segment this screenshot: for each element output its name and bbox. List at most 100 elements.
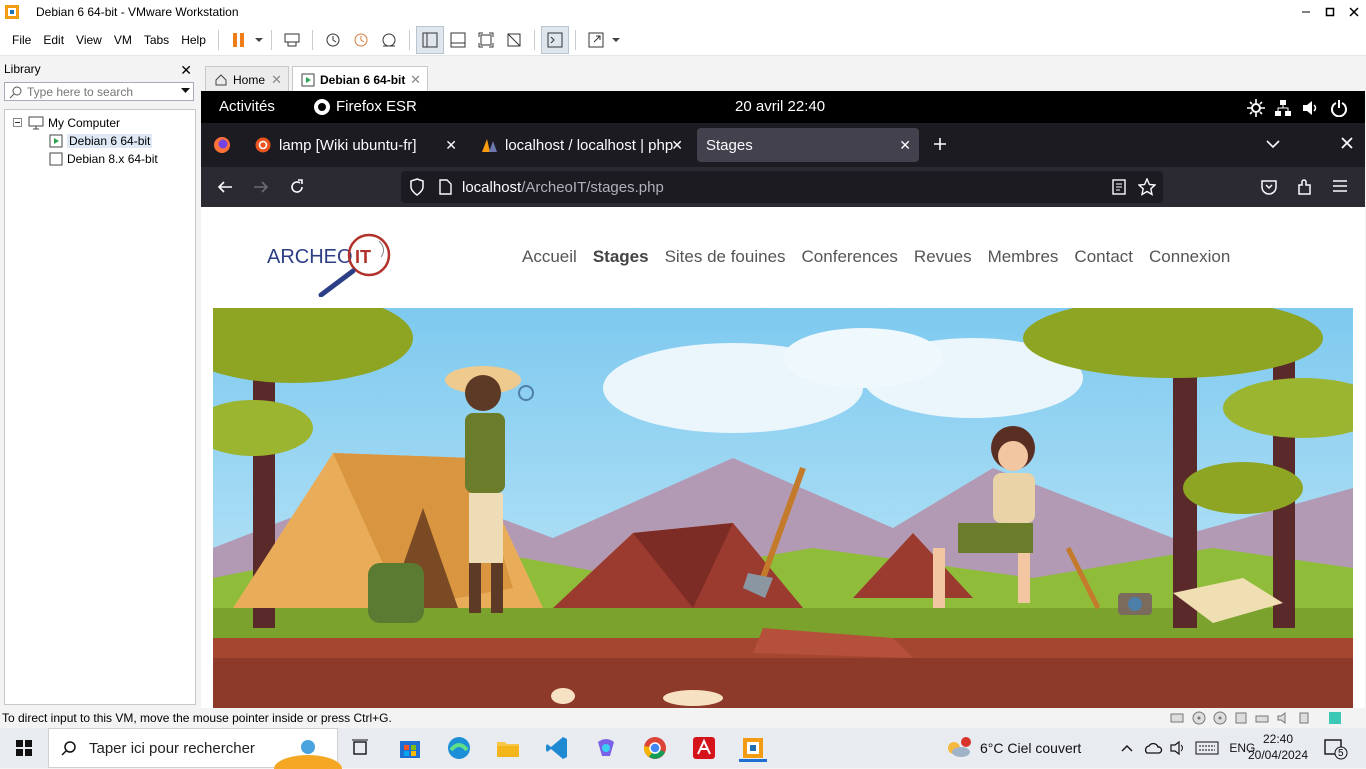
page-icon[interactable] xyxy=(438,179,452,195)
message-log-icon[interactable] xyxy=(1328,711,1342,725)
menu-file[interactable]: File xyxy=(6,33,37,47)
snapshot-manager-icon[interactable] xyxy=(375,26,403,54)
shield-icon[interactable] xyxy=(409,178,425,196)
nav-accueil[interactable]: Accueil xyxy=(522,247,577,267)
speaker-icon[interactable] xyxy=(1169,740,1187,756)
library-search[interactable] xyxy=(4,82,194,101)
nav-membres[interactable]: Membres xyxy=(988,247,1059,267)
tree-item-debian6[interactable]: Debian 6 64-bit xyxy=(49,132,153,149)
send-ctrl-alt-del-icon[interactable] xyxy=(278,26,306,54)
chevron-up-icon[interactable] xyxy=(1121,744,1133,752)
close-tab-icon[interactable]: ✕ xyxy=(410,72,421,88)
menu-tabs[interactable]: Tabs xyxy=(138,33,175,47)
chrome-icon[interactable] xyxy=(641,734,669,762)
edge-icon[interactable] xyxy=(445,734,473,762)
power-icon[interactable] xyxy=(1330,99,1348,117)
tab-home[interactable]: Home ✕ xyxy=(205,66,289,92)
reload-icon[interactable] xyxy=(288,178,306,196)
notification-icon[interactable] xyxy=(1324,738,1348,760)
show-library-icon[interactable] xyxy=(415,25,444,54)
unity-icon[interactable] xyxy=(500,26,528,54)
stretch-guest-icon[interactable] xyxy=(582,26,610,54)
accessibility-icon[interactable] xyxy=(1247,99,1265,117)
collapse-icon[interactable] xyxy=(13,118,22,127)
microsoft-store-icon[interactable] xyxy=(396,734,424,762)
list-tabs-icon[interactable] xyxy=(1265,138,1281,150)
task-view-icon[interactable] xyxy=(346,734,374,762)
taskbar-clock[interactable]: 22:40 20/04/2024 xyxy=(1246,731,1310,763)
device-sound-icon[interactable] xyxy=(1276,711,1290,725)
tree-root[interactable]: My Computer xyxy=(13,114,120,131)
tab-stages[interactable]: Stages ✕ xyxy=(697,128,919,162)
minimize-button[interactable] xyxy=(1294,0,1318,24)
device-printer-icon[interactable] xyxy=(1255,711,1269,725)
device-cd-icon[interactable] xyxy=(1192,711,1206,725)
snapshot-icon[interactable] xyxy=(319,26,347,54)
chevron-down-icon[interactable] xyxy=(181,88,190,94)
pause-icon[interactable] xyxy=(225,26,253,54)
nav-revues[interactable]: Revues xyxy=(914,247,972,267)
nav-contact[interactable]: Contact xyxy=(1074,247,1133,267)
close-window-icon[interactable] xyxy=(1341,137,1353,149)
nav-stages[interactable]: Stages xyxy=(593,247,649,267)
windows-start-icon[interactable] xyxy=(16,740,32,756)
vscode-icon[interactable] xyxy=(543,734,571,762)
device-network-icon[interactable] xyxy=(1234,711,1248,725)
weather-text[interactable]: 6°C Ciel couvert xyxy=(980,740,1081,756)
new-tab-icon[interactable] xyxy=(932,136,948,152)
url-bar[interactable]: localhost/ArcheoIT/stages.php xyxy=(401,171,1163,203)
close-tab-icon[interactable]: ✕ xyxy=(271,72,282,88)
maximize-button[interactable] xyxy=(1318,0,1342,24)
menu-vm[interactable]: VM xyxy=(108,33,138,47)
hamburger-menu-icon[interactable] xyxy=(1332,179,1348,193)
tab-lamp-wiki[interactable]: lamp [Wiki ubuntu-fr] ✕ xyxy=(247,128,465,162)
firefox-view-icon[interactable] xyxy=(213,136,231,154)
extensions-icon[interactable] xyxy=(1296,178,1314,196)
menu-help[interactable]: Help xyxy=(175,33,212,47)
forward-icon[interactable] xyxy=(252,179,270,195)
tab-phpmyadmin[interactable]: localhost / localhost | php ✕ xyxy=(473,128,691,162)
back-icon[interactable] xyxy=(216,179,234,195)
keyboard-icon[interactable] xyxy=(1195,741,1219,755)
nav-sites-de-fouines[interactable]: Sites de fouines xyxy=(665,247,786,267)
onedrive-icon[interactable] xyxy=(1143,741,1163,755)
close-tab-icon[interactable]: ✕ xyxy=(445,137,457,154)
archeoit-logo[interactable]: ARCHEO IT xyxy=(263,221,403,297)
nav-conferences[interactable]: Conferences xyxy=(802,247,898,267)
tree-item-debian8[interactable]: Debian 8.x 64-bit xyxy=(49,150,158,167)
activities-button[interactable]: Activités xyxy=(219,98,275,115)
volume-icon[interactable] xyxy=(1301,99,1319,117)
url-text[interactable]: localhost/ArcheoIT/stages.php xyxy=(462,179,664,196)
pause-dropdown-icon[interactable] xyxy=(253,26,265,54)
network-icon[interactable] xyxy=(1274,99,1292,117)
taskbar-search[interactable]: Taper ici pour rechercher xyxy=(48,728,342,769)
guest-display[interactable]: Activités Firefox ESR 20 avril 22:40 lam… xyxy=(201,91,1365,708)
device-hdd-icon[interactable] xyxy=(1170,711,1184,725)
close-window-button[interactable] xyxy=(1342,0,1366,24)
stretch-dropdown-icon[interactable] xyxy=(610,26,622,54)
close-tab-icon[interactable]: ✕ xyxy=(671,137,683,154)
weather-icon[interactable] xyxy=(944,736,972,760)
console-view-icon[interactable] xyxy=(540,25,569,54)
device-usb-icon[interactable] xyxy=(1297,711,1311,725)
thumbnail-bar-icon[interactable] xyxy=(444,26,472,54)
revert-snapshot-icon[interactable] xyxy=(347,26,375,54)
nav-connexion[interactable]: Connexion xyxy=(1149,247,1230,267)
menu-edit[interactable]: Edit xyxy=(37,33,70,47)
app-menu[interactable]: Firefox ESR xyxy=(336,98,417,115)
library-search-input[interactable] xyxy=(27,84,177,99)
library-close-icon[interactable]: ✕ xyxy=(180,62,192,79)
reader-view-icon[interactable] xyxy=(1112,179,1126,195)
close-tab-icon[interactable]: ✕ xyxy=(899,137,911,154)
acrobat-icon[interactable] xyxy=(690,734,718,762)
file-explorer-icon[interactable] xyxy=(494,734,522,762)
menu-view[interactable]: View xyxy=(70,33,108,47)
vmware-taskbar-icon[interactable] xyxy=(739,734,767,762)
gnome-clock[interactable]: 20 avril 22:40 xyxy=(735,98,825,115)
bookmark-star-icon[interactable] xyxy=(1138,178,1156,196)
device-cd2-icon[interactable] xyxy=(1213,711,1227,725)
full-screen-icon[interactable] xyxy=(472,26,500,54)
copilot-icon[interactable] xyxy=(592,734,620,762)
pocket-icon[interactable] xyxy=(1260,178,1278,196)
tab-debian6[interactable]: Debian 6 64-bit ✕ xyxy=(292,66,428,92)
